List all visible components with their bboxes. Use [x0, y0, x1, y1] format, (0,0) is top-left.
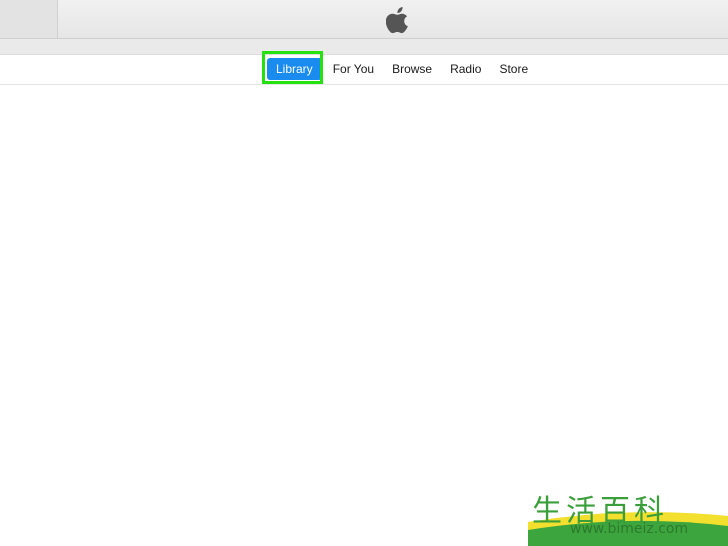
tab-for-you[interactable]: For You [324, 58, 383, 80]
tab-browse[interactable]: Browse [383, 58, 441, 80]
tab-radio[interactable]: Radio [441, 58, 490, 80]
secondary-toolbar [0, 39, 728, 55]
apple-logo-icon [386, 7, 408, 34]
watermark-url: www.bimeiz.com [570, 521, 689, 537]
window-controls-area [0, 0, 58, 38]
library-highlight-box [262, 51, 323, 84]
title-bar [0, 0, 728, 39]
watermark: 生活百科 www.bimeiz.com [528, 486, 728, 546]
tab-store[interactable]: Store [490, 58, 537, 80]
